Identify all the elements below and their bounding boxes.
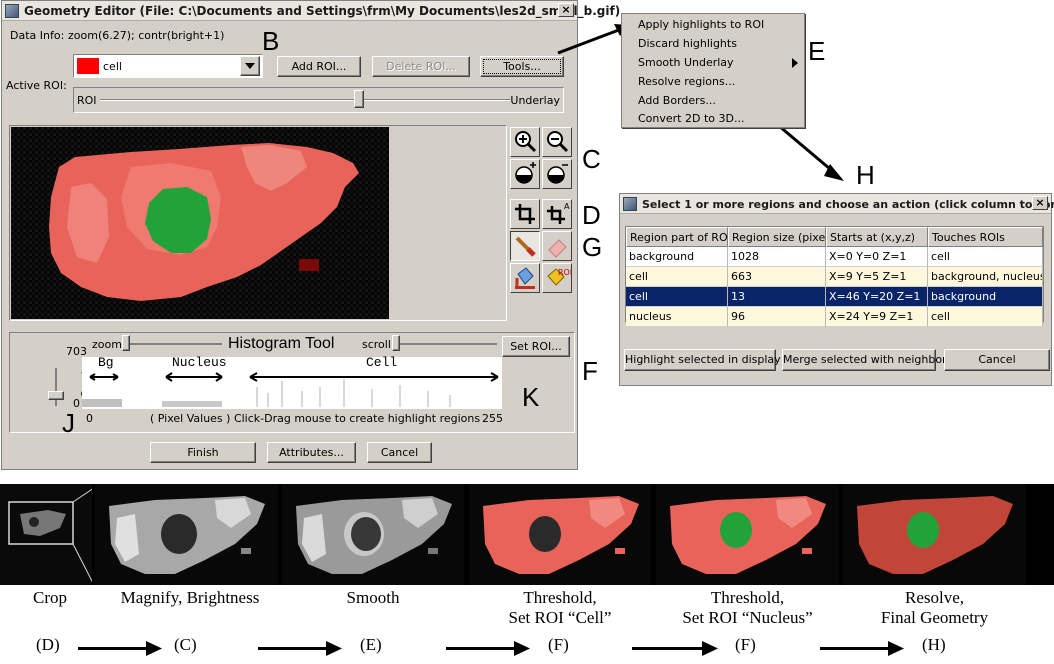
menu-item-smooth-underlay[interactable]: Smooth Underlay (638, 56, 734, 69)
dialog-title: Select 1 or more regions and choose an a… (642, 198, 1054, 211)
column-header[interactable]: Region size (pixels) (728, 227, 826, 247)
menu-item-resolve-regions[interactable]: Resolve regions... (638, 75, 735, 88)
magnify-thumbnail (95, 484, 278, 585)
table-cell: cell (626, 287, 728, 307)
crop-thumbnail (0, 484, 92, 585)
smooth-thumbnail (282, 484, 464, 585)
table-cell: cell (626, 267, 728, 287)
table-cell: cell (928, 307, 1043, 327)
menu-item-convert-2d-3d[interactable]: Convert 2D to 3D... (638, 112, 744, 125)
threshold-cell-thumbnail (469, 484, 651, 585)
column-header[interactable]: Touches ROIs (928, 227, 1043, 247)
table-cell: X=24 Y=9 Z=1 (826, 307, 928, 327)
final-geometry-thumbnail (843, 484, 1026, 585)
table-cell: 96 (728, 307, 826, 327)
merge-selected-button[interactable]: Merge selected with neighbor (782, 349, 947, 371)
tools-menu: Apply highlights to ROI Discard highligh… (621, 13, 805, 128)
table-cell: cell (928, 247, 1043, 267)
highlight-selected-button[interactable]: Highlight selected in display (624, 349, 781, 371)
column-header[interactable]: Region part of ROI (626, 227, 728, 247)
table-cell: background (928, 287, 1043, 307)
caption-smooth: Smooth (346, 588, 400, 607)
dialog-cancel-button[interactable]: Cancel (944, 349, 1050, 371)
threshold-nucleus-thumbnail (656, 484, 839, 585)
caption-crop: Crop (33, 588, 67, 607)
dialog-close-button[interactable]: × (1032, 196, 1048, 210)
column-header[interactable]: Starts at (x,y,z) (826, 227, 928, 247)
caption-magnify: Magnify, Brightness (120, 588, 260, 607)
caption-final-geometry: Resolve, Final Geometry (880, 588, 989, 627)
menu-item-add-borders[interactable]: Add Borders... (638, 94, 716, 107)
table-cell: 13 (728, 287, 826, 307)
dialog-titlebar: Select 1 or more regions and choose an a… (620, 194, 1054, 214)
caption-threshold-nucleus: Threshold, Set ROI “Nucleus” (682, 588, 813, 627)
table-cell: background (626, 247, 728, 267)
regions-dialog: Select 1 or more regions and choose an a… (619, 193, 1054, 386)
table-cell: 663 (728, 267, 826, 287)
table-cell: 1028 (728, 247, 826, 267)
dialog-icon (623, 197, 637, 211)
table-cell: background, nucleus (928, 267, 1043, 287)
caption-threshold-cell: Threshold, Set ROI “Cell” (508, 588, 612, 627)
table-cell: X=9 Y=5 Z=1 (826, 267, 928, 287)
table-cell: X=46 Y=20 Z=1 (826, 287, 928, 307)
table-cell: nucleus (626, 307, 728, 327)
menu-item-discard-highlights[interactable]: Discard highlights (638, 37, 737, 50)
workflow-arrows (78, 641, 904, 656)
table-cell: X=0 Y=0 Z=1 (826, 247, 928, 267)
regions-table: Region part of ROIRegion size (pixels)St… (625, 226, 1044, 327)
submenu-arrow-icon (792, 58, 798, 71)
menu-item-apply-highlights[interactable]: Apply highlights to ROI (638, 18, 764, 31)
